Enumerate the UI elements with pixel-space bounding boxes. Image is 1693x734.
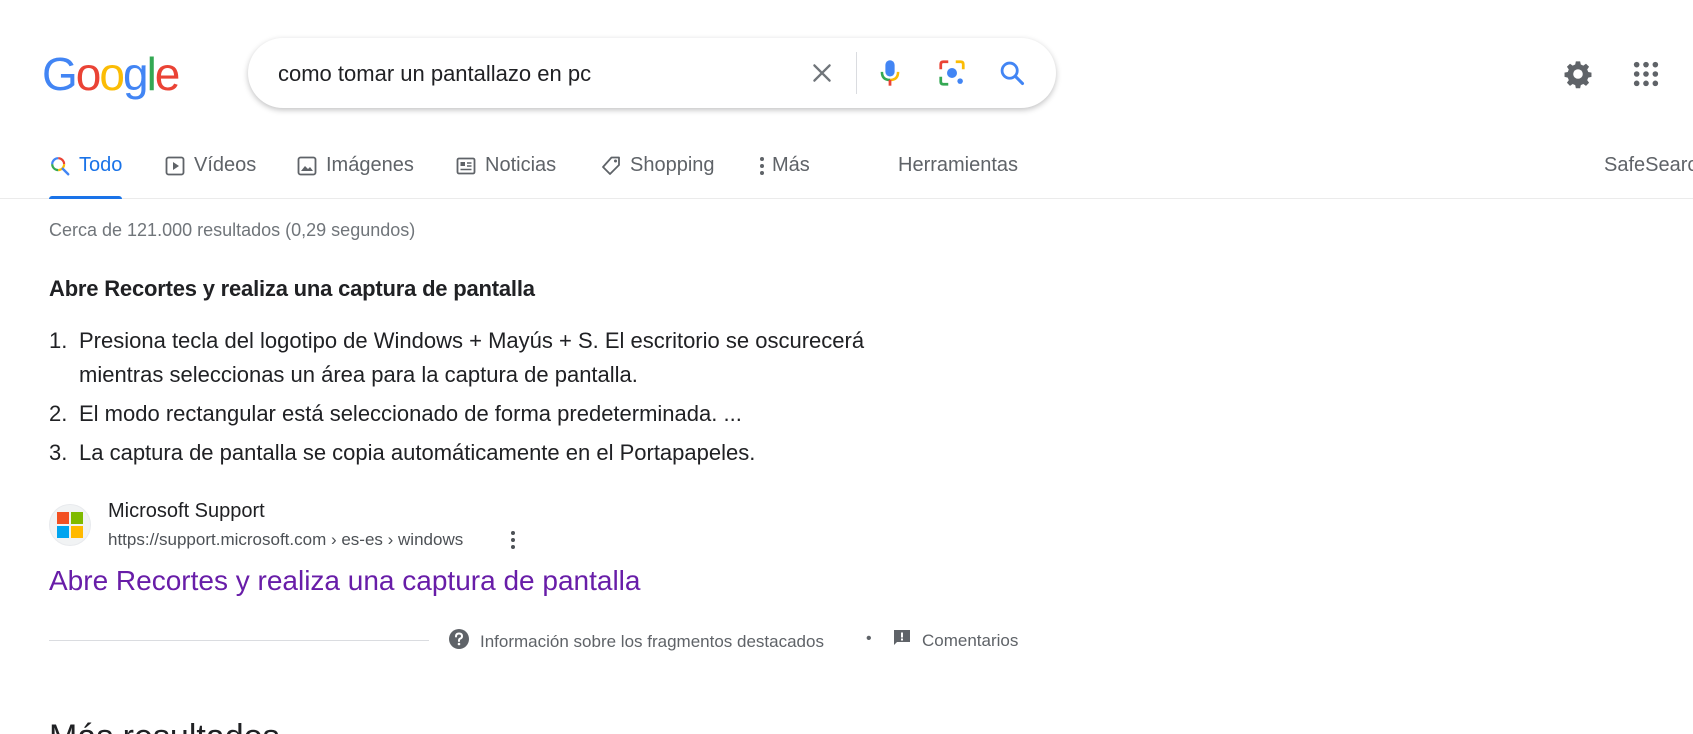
snippet-heading-text: Abre Recortes y realiza una captura de p… <box>49 276 535 301</box>
tab-label: Noticias <box>485 154 557 176</box>
tab-todo[interactable]: Todo <box>49 154 123 199</box>
snippet-steps: 1. Presiona tecla del logotipo de Windows… <box>49 324 949 475</box>
apps-grid-icon[interactable] <box>1626 54 1666 94</box>
step-number: 2. <box>49 401 68 426</box>
result-stats: Cerca de 121.000 resultados (0,29 segund… <box>49 220 416 240</box>
feedback-link[interactable]: Comentarios <box>892 628 1018 653</box>
site-url: https://support.microsoft.com › es-es › … <box>108 530 464 549</box>
image-icon <box>296 155 318 177</box>
tab-herramientas[interactable]: Herramientas <box>898 154 1018 199</box>
camera-lens-icon[interactable] <box>934 55 970 91</box>
tab-label: Shopping <box>630 154 715 176</box>
search-divider <box>856 52 857 94</box>
separator-bullet: • <box>866 630 872 647</box>
tab-videos[interactable]: Vídeos <box>164 154 256 199</box>
step-number: 1. <box>49 328 68 353</box>
site-name: Microsoft Support <box>108 500 265 522</box>
close-icon[interactable] <box>804 55 840 91</box>
feedback-icon <box>892 628 912 653</box>
tab-label: SafeSearc <box>1604 154 1693 176</box>
microphone-icon[interactable] <box>872 55 908 91</box>
step-text: Presiona tecla del logotipo de Windows +… <box>79 328 865 387</box>
logo-letter: G <box>42 48 78 100</box>
search-input[interactable]: como tomar un pantallazo en pc <box>278 61 591 87</box>
search-icon[interactable] <box>994 55 1030 91</box>
gear-icon[interactable] <box>1558 54 1598 94</box>
favicon-tile <box>57 512 69 524</box>
tab-label: Todo <box>79 154 123 176</box>
play-icon <box>164 155 186 177</box>
tab-shopping[interactable]: Shopping <box>600 154 715 199</box>
list-item: 1. Presiona tecla del logotipo de Windows… <box>49 324 949 392</box>
step-text: El modo rectangular está seleccionado de… <box>79 401 742 426</box>
safesearch-button[interactable]: SafeSearc <box>1604 154 1693 199</box>
logo-letter: g <box>122 48 149 100</box>
tag-icon <box>600 155 622 177</box>
step-number: 3. <box>49 440 68 465</box>
logo-letter: l <box>146 48 157 100</box>
search-tabs: Todo Vídeos Imágenes Noticias Shopping M… <box>0 140 1693 199</box>
favicon-tile <box>71 512 83 524</box>
tab-label: Más <box>772 154 810 176</box>
search-box[interactable]: como tomar un pantallazo en pc <box>248 38 1056 108</box>
microsoft-favicon-icon <box>49 504 91 546</box>
feedback-label: Comentarios <box>922 630 1019 650</box>
tab-imagenes[interactable]: Imágenes <box>296 154 414 199</box>
logo-letter: o <box>75 48 102 100</box>
more-vert-icon <box>756 155 768 177</box>
more-vert-icon[interactable] <box>501 528 525 552</box>
tab-label: Vídeos <box>194 154 257 176</box>
result-title-link[interactable]: Abre Recortes y realiza una captura de p… <box>49 565 640 597</box>
section-heading: Más resultados <box>49 718 280 734</box>
snippet-info-label: Información sobre los fragmentos destaca… <box>480 631 824 651</box>
tab-label: Herramientas <box>898 154 1019 176</box>
google-logo[interactable]: Google <box>42 48 181 100</box>
favicon-tile <box>57 526 69 538</box>
step-text: La captura de pantalla se copia automáti… <box>79 440 756 465</box>
help-circle-icon <box>448 628 470 655</box>
divider <box>49 640 429 641</box>
snippet-heading: Abre Recortes y realiza una captura de p… <box>49 276 535 302</box>
list-item: 2. El modo rectangular está seleccionado … <box>49 397 949 431</box>
favicon-tile <box>71 526 83 538</box>
tab-noticias[interactable]: Noticias <box>455 154 556 199</box>
logo-letter: o <box>99 48 125 100</box>
search-icon <box>49 155 71 177</box>
tab-mas[interactable]: Más <box>756 154 810 199</box>
tab-label: Imágenes <box>326 154 414 176</box>
logo-letter: e <box>154 48 181 100</box>
news-icon <box>455 155 477 177</box>
snippet-info-link[interactable]: Información sobre los fragmentos destaca… <box>448 628 824 655</box>
list-item: 3. La captura de pantalla se copia automá… <box>49 436 949 470</box>
